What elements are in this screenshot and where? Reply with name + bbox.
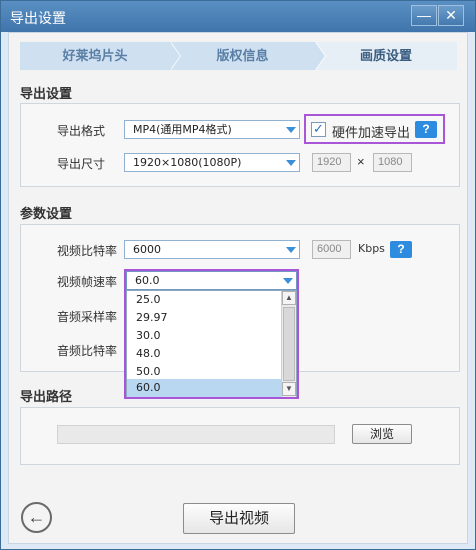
chevron-down-icon bbox=[283, 244, 297, 256]
hw-accel-help-button[interactable]: ? bbox=[415, 121, 437, 138]
chevron-down-icon bbox=[280, 275, 294, 287]
arrow-left-icon: ← bbox=[27, 507, 46, 527]
bitrate-input[interactable]: 6000 bbox=[312, 240, 351, 259]
width-input[interactable]: 1920 bbox=[312, 153, 351, 172]
video-bitrate-select[interactable]: 6000 bbox=[124, 240, 300, 259]
video-bitrate-value: 6000 bbox=[133, 243, 161, 256]
chevron-down-icon bbox=[283, 157, 297, 169]
checkmark-icon: ✓ bbox=[313, 121, 324, 136]
output-path-field[interactable] bbox=[57, 425, 335, 444]
framerate-dropdown: 25.0 29.97 30.0 48.0 50.0 60.0 ▲ ▼ bbox=[126, 290, 297, 397]
audio-bitrate-label: 音频比特率 bbox=[57, 344, 118, 358]
framerate-option[interactable]: 48.0 bbox=[127, 345, 286, 363]
scroll-thumb[interactable] bbox=[283, 307, 295, 381]
format-select[interactable]: MP4(通用MP4格式) bbox=[124, 120, 300, 139]
size-select[interactable]: 1920×1080(1080P) bbox=[124, 153, 300, 172]
hw-accel-checkbox[interactable]: ✓ bbox=[311, 122, 326, 137]
wizard-steps: 好莱坞片头 版权信息 画质设置 bbox=[20, 42, 457, 70]
browse-button[interactable]: 浏览 bbox=[352, 424, 412, 444]
step-copyright-info[interactable]: 版权信息 bbox=[170, 42, 315, 70]
framerate-value: 60.0 bbox=[135, 274, 160, 287]
export-settings-heading: 导出设置 bbox=[20, 86, 73, 101]
step-divider bbox=[315, 42, 325, 70]
height-input[interactable]: 1080 bbox=[373, 153, 412, 172]
close-icon: ✕ bbox=[445, 7, 457, 23]
framerate-option[interactable]: 30.0 bbox=[127, 327, 286, 345]
times-sign: × bbox=[357, 154, 365, 169]
export-video-button[interactable]: 导出视频 bbox=[183, 503, 295, 534]
size-value: 1920×1080(1080P) bbox=[133, 156, 242, 169]
chevron-up-icon: ▲ bbox=[285, 293, 293, 302]
minimize-icon: — bbox=[417, 7, 431, 23]
dropdown-scrollbar[interactable]: ▲ ▼ bbox=[281, 291, 296, 397]
step-hollywood-intro[interactable]: 好莱坞片头 bbox=[20, 42, 170, 70]
step-divider bbox=[170, 42, 180, 70]
output-path-heading: 导出路径 bbox=[20, 389, 73, 404]
framerate-label: 视频帧速率 bbox=[57, 275, 118, 289]
framerate-option-selected[interactable]: 60.0 bbox=[127, 379, 286, 397]
format-label: 导出格式 bbox=[57, 124, 106, 138]
scroll-down-button[interactable]: ▼ bbox=[282, 382, 296, 396]
bitrate-unit: Kbps bbox=[358, 242, 385, 255]
scroll-up-button[interactable]: ▲ bbox=[282, 291, 296, 305]
video-bitrate-label: 视频比特率 bbox=[57, 244, 118, 258]
title-bar[interactable]: 导出设置 — ✕ bbox=[1, 1, 475, 32]
hw-accel-label: 硬件加速导出 bbox=[332, 125, 411, 140]
close-button[interactable]: ✕ bbox=[438, 5, 464, 26]
chevron-down-icon bbox=[283, 124, 297, 136]
export-settings-window: 导出设置 — ✕ 好莱坞片头 版权信息 画质设置 导出设置 导出格式 MP4(通… bbox=[0, 0, 476, 550]
size-label: 导出尺寸 bbox=[57, 157, 106, 171]
framerate-option[interactable]: 25.0 bbox=[127, 291, 286, 309]
step-quality-settings[interactable]: 画质设置 bbox=[315, 42, 457, 70]
export-settings-group: 导出格式 MP4(通用MP4格式) ✓ 硬件加速导出 ? 导出尺寸 1920×1… bbox=[20, 103, 460, 187]
bitrate-help-button[interactable]: ? bbox=[390, 241, 412, 258]
dialog-body: 好莱坞片头 版权信息 画质设置 导出设置 导出格式 MP4(通用MP4格式) ✓… bbox=[8, 32, 468, 544]
back-button[interactable]: ← bbox=[21, 502, 52, 533]
format-value: MP4(通用MP4格式) bbox=[133, 123, 232, 136]
chevron-down-icon: ▼ bbox=[285, 384, 293, 393]
output-path-group: 浏览 bbox=[20, 407, 460, 465]
params-heading: 参数设置 bbox=[20, 206, 73, 221]
framerate-option[interactable]: 29.97 bbox=[127, 309, 286, 327]
minimize-button[interactable]: — bbox=[411, 5, 437, 26]
window-title: 导出设置 bbox=[10, 10, 66, 26]
audio-sample-label: 音频采样率 bbox=[57, 310, 118, 324]
framerate-select[interactable]: 60.0 bbox=[126, 271, 297, 290]
